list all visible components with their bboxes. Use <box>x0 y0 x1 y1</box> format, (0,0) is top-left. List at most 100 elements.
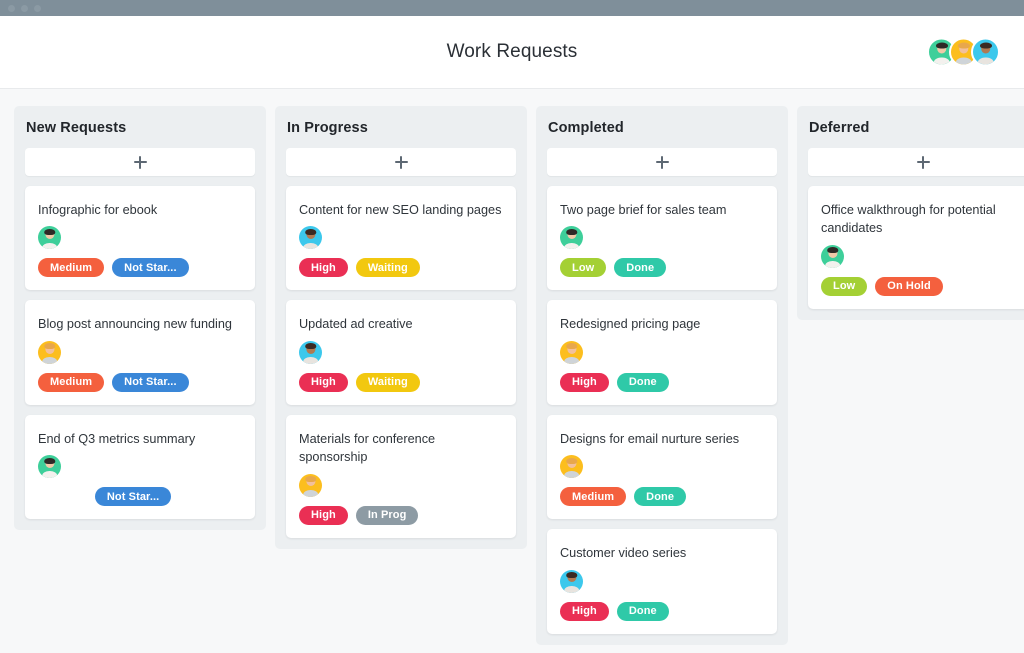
task-assignee-row <box>560 226 764 250</box>
task-tag-row: Low Done <box>560 258 764 278</box>
task-tag-row: Low On Hold <box>821 276 1024 296</box>
window-minimize-button[interactable] <box>21 4 28 12</box>
column-title: In Progress <box>287 120 368 136</box>
window-title-bar <box>0 0 1024 16</box>
assignee-avatar[interactable] <box>38 340 61 364</box>
assignee-avatar[interactable] <box>560 455 583 479</box>
status-tag[interactable]: Done <box>616 372 669 392</box>
avatar-body <box>302 356 319 364</box>
status-tag[interactable]: Not Star... <box>112 258 189 278</box>
assignee-avatar[interactable] <box>38 226 61 250</box>
task-card-title: Updated ad creative <box>299 317 413 332</box>
priority-tag[interactable]: High <box>299 505 348 525</box>
task-card[interactable]: Blog post announcing new funding Medium No… <box>25 300 255 405</box>
priority-tag[interactable]: Medium <box>38 372 105 392</box>
avatar-body <box>41 242 58 250</box>
priority-tag[interactable]: High <box>560 372 609 392</box>
avatar-body <box>955 57 972 65</box>
priority-tag[interactable]: Medium <box>560 487 627 507</box>
assignee-avatar[interactable] <box>299 226 322 250</box>
assignee-avatar[interactable] <box>821 244 844 268</box>
task-tag-row: High Waiting <box>299 372 503 392</box>
assignee-avatar[interactable] <box>560 569 583 593</box>
task-card[interactable]: Two page brief for sales team Low Done <box>547 186 777 291</box>
status-tag[interactable]: In Prog <box>355 505 419 525</box>
task-card[interactable]: Updated ad creative High Waiting <box>286 300 516 405</box>
avatar-hair <box>979 42 992 49</box>
avatar-body <box>302 242 319 250</box>
priority-tag[interactable]: High <box>299 372 348 392</box>
plus-icon <box>394 155 408 169</box>
avatar-body <box>41 356 58 364</box>
priority-tag[interactable]: Low <box>560 258 607 278</box>
avatar-hair <box>565 571 578 579</box>
avatar-body <box>824 260 841 268</box>
task-tag-row: High Done <box>560 372 764 392</box>
task-assignee-row <box>821 244 1024 268</box>
avatar-body <box>977 57 994 65</box>
priority-tag[interactable]: Medium <box>38 258 105 278</box>
column-title: New Requests <box>26 120 127 136</box>
kanban-board: New Requests Infographic for ebook Medium N… <box>0 89 1024 653</box>
priority-tag[interactable]: High <box>38 487 87 506</box>
add-card-button[interactable] <box>25 148 255 176</box>
task-card-title: End of Q3 metrics summary <box>38 431 196 446</box>
avatar-body <box>302 489 319 497</box>
status-tag[interactable]: Done <box>616 601 669 621</box>
task-card-title: Infographic for ebook <box>38 203 158 217</box>
task-tag-row: Medium Done <box>560 487 764 507</box>
avatar-hair <box>565 457 578 464</box>
column-title: Completed <box>548 120 624 136</box>
priority-tag[interactable]: High <box>560 601 609 621</box>
assignee-avatar[interactable] <box>38 455 61 479</box>
task-card-title: Content for new SEO landing pages <box>299 203 502 217</box>
task-assignee-row <box>38 226 242 250</box>
status-tag[interactable]: Not Star... <box>94 487 172 507</box>
window-close-button[interactable] <box>8 4 15 12</box>
task-card[interactable]: Office walkthrough for potential candida… <box>808 186 1024 309</box>
task-card[interactable]: End of Q3 metrics summary High Not Star... <box>25 414 255 520</box>
status-tag[interactable]: Waiting <box>355 372 420 392</box>
avatar-hair <box>565 228 578 235</box>
board-column: Deferred Office walkthrough for potential… <box>797 106 1024 320</box>
task-tag-row: Medium Not Star... <box>38 372 242 392</box>
assignee-avatar[interactable] <box>560 226 583 250</box>
board-column: Completed Two page brief for sales team Lo… <box>536 106 788 645</box>
assignee-avatar[interactable] <box>560 340 583 364</box>
task-card-title: Redesigned pricing page <box>560 317 701 332</box>
avatar-hair <box>304 343 317 350</box>
task-assignee-row <box>299 340 503 364</box>
assignee-avatar[interactable] <box>299 340 322 364</box>
task-card[interactable]: Customer video series High Done <box>547 529 777 634</box>
task-card-title: Customer video series <box>560 546 687 561</box>
priority-tag[interactable]: Low <box>821 276 868 296</box>
task-card[interactable]: Designs for email nurture series Medium Do… <box>547 414 777 520</box>
task-card[interactable]: Infographic for ebook Medium Not Star... <box>25 186 255 291</box>
member-avatar-3[interactable] <box>971 37 1000 67</box>
add-card-button[interactable] <box>808 148 1024 176</box>
add-card-button[interactable] <box>286 148 516 176</box>
avatar-hair <box>43 228 56 235</box>
task-assignee-row <box>38 340 242 364</box>
task-assignee-row <box>38 455 242 479</box>
status-tag[interactable]: Done <box>614 258 667 278</box>
task-card[interactable]: Redesigned pricing page High Done <box>547 300 777 405</box>
avatar-hair <box>43 343 56 350</box>
status-tag[interactable]: Waiting <box>355 258 420 278</box>
avatar-body <box>41 471 58 479</box>
avatar-hair <box>826 247 839 254</box>
window-maximize-button[interactable] <box>34 4 41 12</box>
member-avatar-group[interactable] <box>927 37 1000 67</box>
task-assignee-row <box>560 569 764 593</box>
avatar-body <box>563 242 580 250</box>
status-tag[interactable]: Not Star... <box>112 372 189 392</box>
status-tag[interactable]: Done <box>634 487 687 507</box>
task-card[interactable]: Content for new SEO landing pages High Wai… <box>286 186 516 291</box>
add-card-button[interactable] <box>547 148 777 176</box>
task-card[interactable]: Materials for conference sponsorship High… <box>286 414 516 538</box>
priority-tag[interactable]: High <box>299 258 348 278</box>
avatar-hair <box>957 42 970 49</box>
status-tag[interactable]: On Hold <box>875 276 943 296</box>
assignee-avatar[interactable] <box>299 473 322 497</box>
avatar-hair <box>935 42 948 49</box>
